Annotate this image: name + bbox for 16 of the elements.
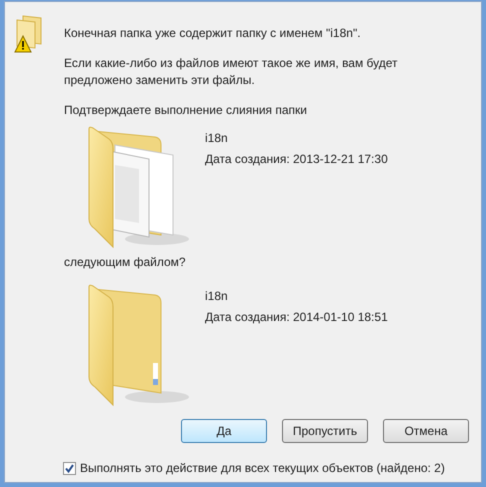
message-heading: Конечная папка уже содержит папку с именем "i18n".	[64, 25, 362, 42]
folder-with-documents-icon	[87, 125, 191, 249]
connector-text: следующим файлом?	[64, 254, 187, 271]
folder-name: i18n	[205, 130, 229, 147]
apply-all-label: Выполнять это действие для всех текущих объектов (найдено: 2)	[80, 460, 445, 477]
merge-question: Подтверждаете выполнение слияния папки	[64, 102, 308, 119]
creation-date: Дата создания: 2014-01-10 18:51	[205, 309, 388, 326]
dialog-button[interactable]: Отмена	[383, 419, 469, 443]
creation-date: Дата создания: 2013-12-21 17:30	[205, 151, 388, 168]
folder-icon	[87, 283, 191, 407]
folder-name: i18n	[205, 288, 229, 305]
dialog-button[interactable]: Да	[181, 419, 267, 443]
checkmark-icon	[65, 464, 74, 472]
message-detail: Если какие-либо из файлов имеют такое же имя, вам будет предложено заменить эти файлы.	[64, 55, 399, 89]
apply-all-checkbox[interactable]	[63, 462, 76, 474]
dialog-button[interactable]: Пропустить	[282, 419, 368, 443]
